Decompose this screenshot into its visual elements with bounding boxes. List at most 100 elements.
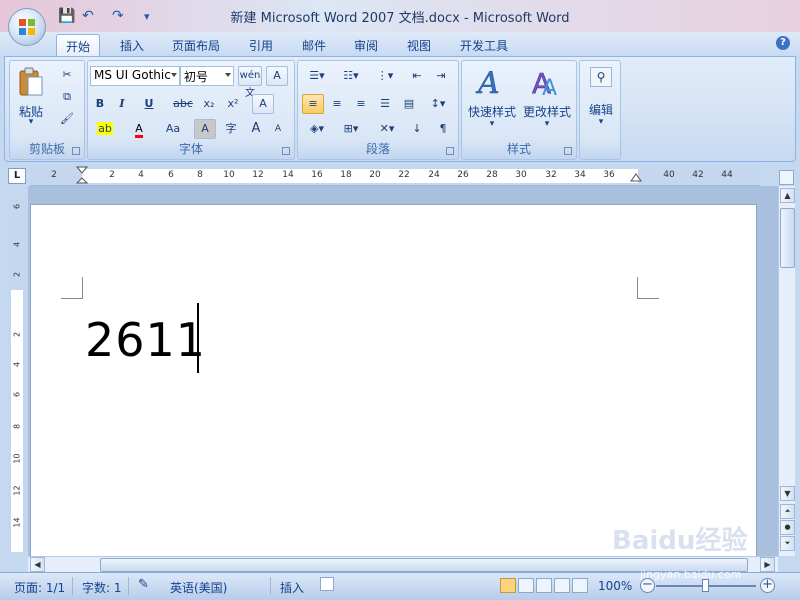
- tab-review[interactable]: 审阅: [344, 34, 388, 56]
- tab-view[interactable]: 视图: [396, 34, 442, 56]
- ruler-tick: 44: [721, 170, 733, 180]
- scroll-right-icon[interactable]: ▶: [760, 557, 775, 572]
- paste-dropdown-icon[interactable]: ▾: [14, 117, 48, 127]
- paste-button[interactable]: 粘贴 ▾: [14, 65, 48, 133]
- multilevel-list-icon[interactable]: ⋮▾: [370, 66, 400, 86]
- strikethrough-button[interactable]: abc: [170, 94, 196, 114]
- line-spacing-icon[interactable]: ↕▾: [424, 94, 452, 114]
- clear-formatting-button[interactable]: A: [252, 94, 274, 114]
- styles-launcher-icon[interactable]: [564, 147, 572, 155]
- quick-styles-button[interactable]: A 快速样式 ▾: [466, 63, 518, 133]
- horizontal-ruler[interactable]: 2 2 4 6 8 10 12 14 16 18 20 22 24 26 28 …: [30, 166, 760, 186]
- page-count-status[interactable]: 页面: 1/1: [14, 579, 65, 596]
- full-screen-reading-view-icon[interactable]: [518, 578, 534, 593]
- proofing-icon[interactable]: ✎: [138, 577, 149, 592]
- phonetic-guide-button[interactable]: wén 文: [238, 66, 262, 99]
- select-browse-object-icon[interactable]: ●: [780, 520, 795, 535]
- font-size-value: 初号: [184, 70, 209, 84]
- scroll-up-icon[interactable]: ▲: [780, 188, 795, 203]
- office-button[interactable]: [8, 8, 46, 46]
- subscript-button[interactable]: x₂: [198, 94, 220, 114]
- italic-button[interactable]: I: [112, 94, 132, 114]
- ruler-tick: 2: [12, 271, 22, 278]
- font-launcher-icon[interactable]: [282, 147, 290, 155]
- zoom-in-icon[interactable]: +: [760, 578, 775, 593]
- tab-selector-button[interactable]: L: [8, 168, 26, 184]
- copy-icon[interactable]: ⧉: [58, 87, 76, 107]
- indent-marker-icon[interactable]: [76, 166, 88, 186]
- format-painter-icon[interactable]: 🖌: [58, 109, 76, 129]
- character-border-button[interactable]: A: [266, 66, 288, 86]
- font-size-combo[interactable]: 初号: [180, 66, 234, 86]
- document-page[interactable]: 2611: [30, 204, 757, 556]
- zoom-level[interactable]: 100%: [598, 579, 632, 593]
- print-layout-view-icon[interactable]: [500, 578, 516, 593]
- web-layout-view-icon[interactable]: [536, 578, 552, 593]
- change-case-button[interactable]: Aa: [158, 119, 188, 139]
- justify-icon[interactable]: ☰: [374, 94, 396, 114]
- grow-font-button[interactable]: A: [246, 119, 266, 139]
- ruler-tick: 4: [12, 241, 22, 248]
- word-count-status[interactable]: 字数: 1: [82, 579, 122, 596]
- distributed-icon[interactable]: ▤: [398, 94, 420, 114]
- tab-home[interactable]: 开始: [56, 34, 100, 56]
- ribbon-tabs: 开始 插入 页面布局 引用 邮件 审阅 视图 开发工具: [0, 32, 800, 56]
- language-status[interactable]: 英语(美国): [170, 579, 227, 596]
- align-left-button[interactable]: ≡: [302, 94, 324, 114]
- tab-developer[interactable]: 开发工具: [452, 34, 516, 56]
- sort-icon[interactable]: ↓: [406, 119, 428, 139]
- ruler-tick: 6: [168, 170, 174, 180]
- previous-page-icon[interactable]: ⏶: [780, 504, 795, 519]
- bullets-icon[interactable]: ☰▾: [302, 66, 332, 86]
- decrease-indent-icon[interactable]: ⇤: [406, 66, 428, 86]
- font-name-combo[interactable]: MS UI Gothic: [90, 66, 180, 86]
- paragraph-launcher-icon[interactable]: [446, 147, 454, 155]
- borders-icon[interactable]: ⊞▾: [336, 119, 366, 139]
- shrink-font-button[interactable]: A: [268, 119, 288, 139]
- align-right-icon[interactable]: ≡: [350, 94, 372, 114]
- underline-button[interactable]: U: [136, 94, 162, 114]
- outline-view-icon[interactable]: [554, 578, 570, 593]
- enclose-characters-button[interactable]: 字: [220, 119, 242, 139]
- show-marks-icon[interactable]: ¶: [432, 119, 454, 139]
- highlight-button[interactable]: ab: [90, 119, 120, 139]
- tab-mailings[interactable]: 邮件: [292, 34, 336, 56]
- editing-group[interactable]: ⚲ 编辑 ▾: [579, 60, 621, 160]
- vertical-scroll-thumb[interactable]: [780, 208, 795, 268]
- change-styles-button[interactable]: A A 更改样式 ▾: [520, 63, 574, 133]
- right-indent-marker-icon[interactable]: [630, 166, 642, 186]
- tab-insert[interactable]: 插入: [110, 34, 154, 56]
- cut-icon[interactable]: ✂: [58, 65, 76, 85]
- vertical-scrollbar[interactable]: ▲ ▼ ⏶ ● ⏷: [778, 186, 795, 556]
- macro-record-icon[interactable]: [320, 577, 334, 591]
- font-color-button[interactable]: A: [124, 119, 154, 139]
- chevron-down-icon: ▾: [489, 119, 495, 129]
- character-shading-button[interactable]: A: [194, 119, 216, 139]
- tab-page-layout[interactable]: 页面布局: [162, 34, 230, 56]
- numbering-icon[interactable]: ☷▾: [336, 66, 366, 86]
- bold-button[interactable]: B: [90, 94, 110, 114]
- draft-view-icon[interactable]: [572, 578, 588, 593]
- next-page-icon[interactable]: ⏷: [780, 536, 795, 551]
- tab-references[interactable]: 引用: [240, 34, 282, 56]
- font-color-icon: A: [135, 122, 143, 138]
- view-ruler-icon[interactable]: [779, 170, 794, 185]
- increase-indent-icon[interactable]: ⇥: [430, 66, 452, 86]
- document-text[interactable]: 2611: [85, 313, 206, 367]
- insert-mode-status[interactable]: 插入: [280, 579, 304, 596]
- quick-styles-label: 快速样式: [467, 105, 516, 119]
- help-icon[interactable]: ?: [776, 36, 790, 50]
- shading-icon[interactable]: ◈▾: [302, 119, 332, 139]
- scroll-down-icon[interactable]: ▼: [780, 486, 795, 501]
- ruler-tick: 4: [138, 170, 144, 180]
- scroll-left-icon[interactable]: ◀: [30, 557, 45, 572]
- chinese-layout-icon[interactable]: ✕▾: [372, 119, 402, 139]
- ruler-tick: 40: [663, 170, 675, 180]
- clipboard-launcher-icon[interactable]: [72, 147, 80, 155]
- ruler-tick: 2: [109, 170, 115, 180]
- divider: [128, 577, 129, 595]
- vertical-ruler[interactable]: 6 4 2 2 4 6 8 10 12 14: [8, 200, 26, 552]
- align-center-icon[interactable]: ≡: [326, 94, 348, 114]
- superscript-button[interactable]: x²: [222, 94, 244, 114]
- highlight-icon: ab: [97, 122, 113, 135]
